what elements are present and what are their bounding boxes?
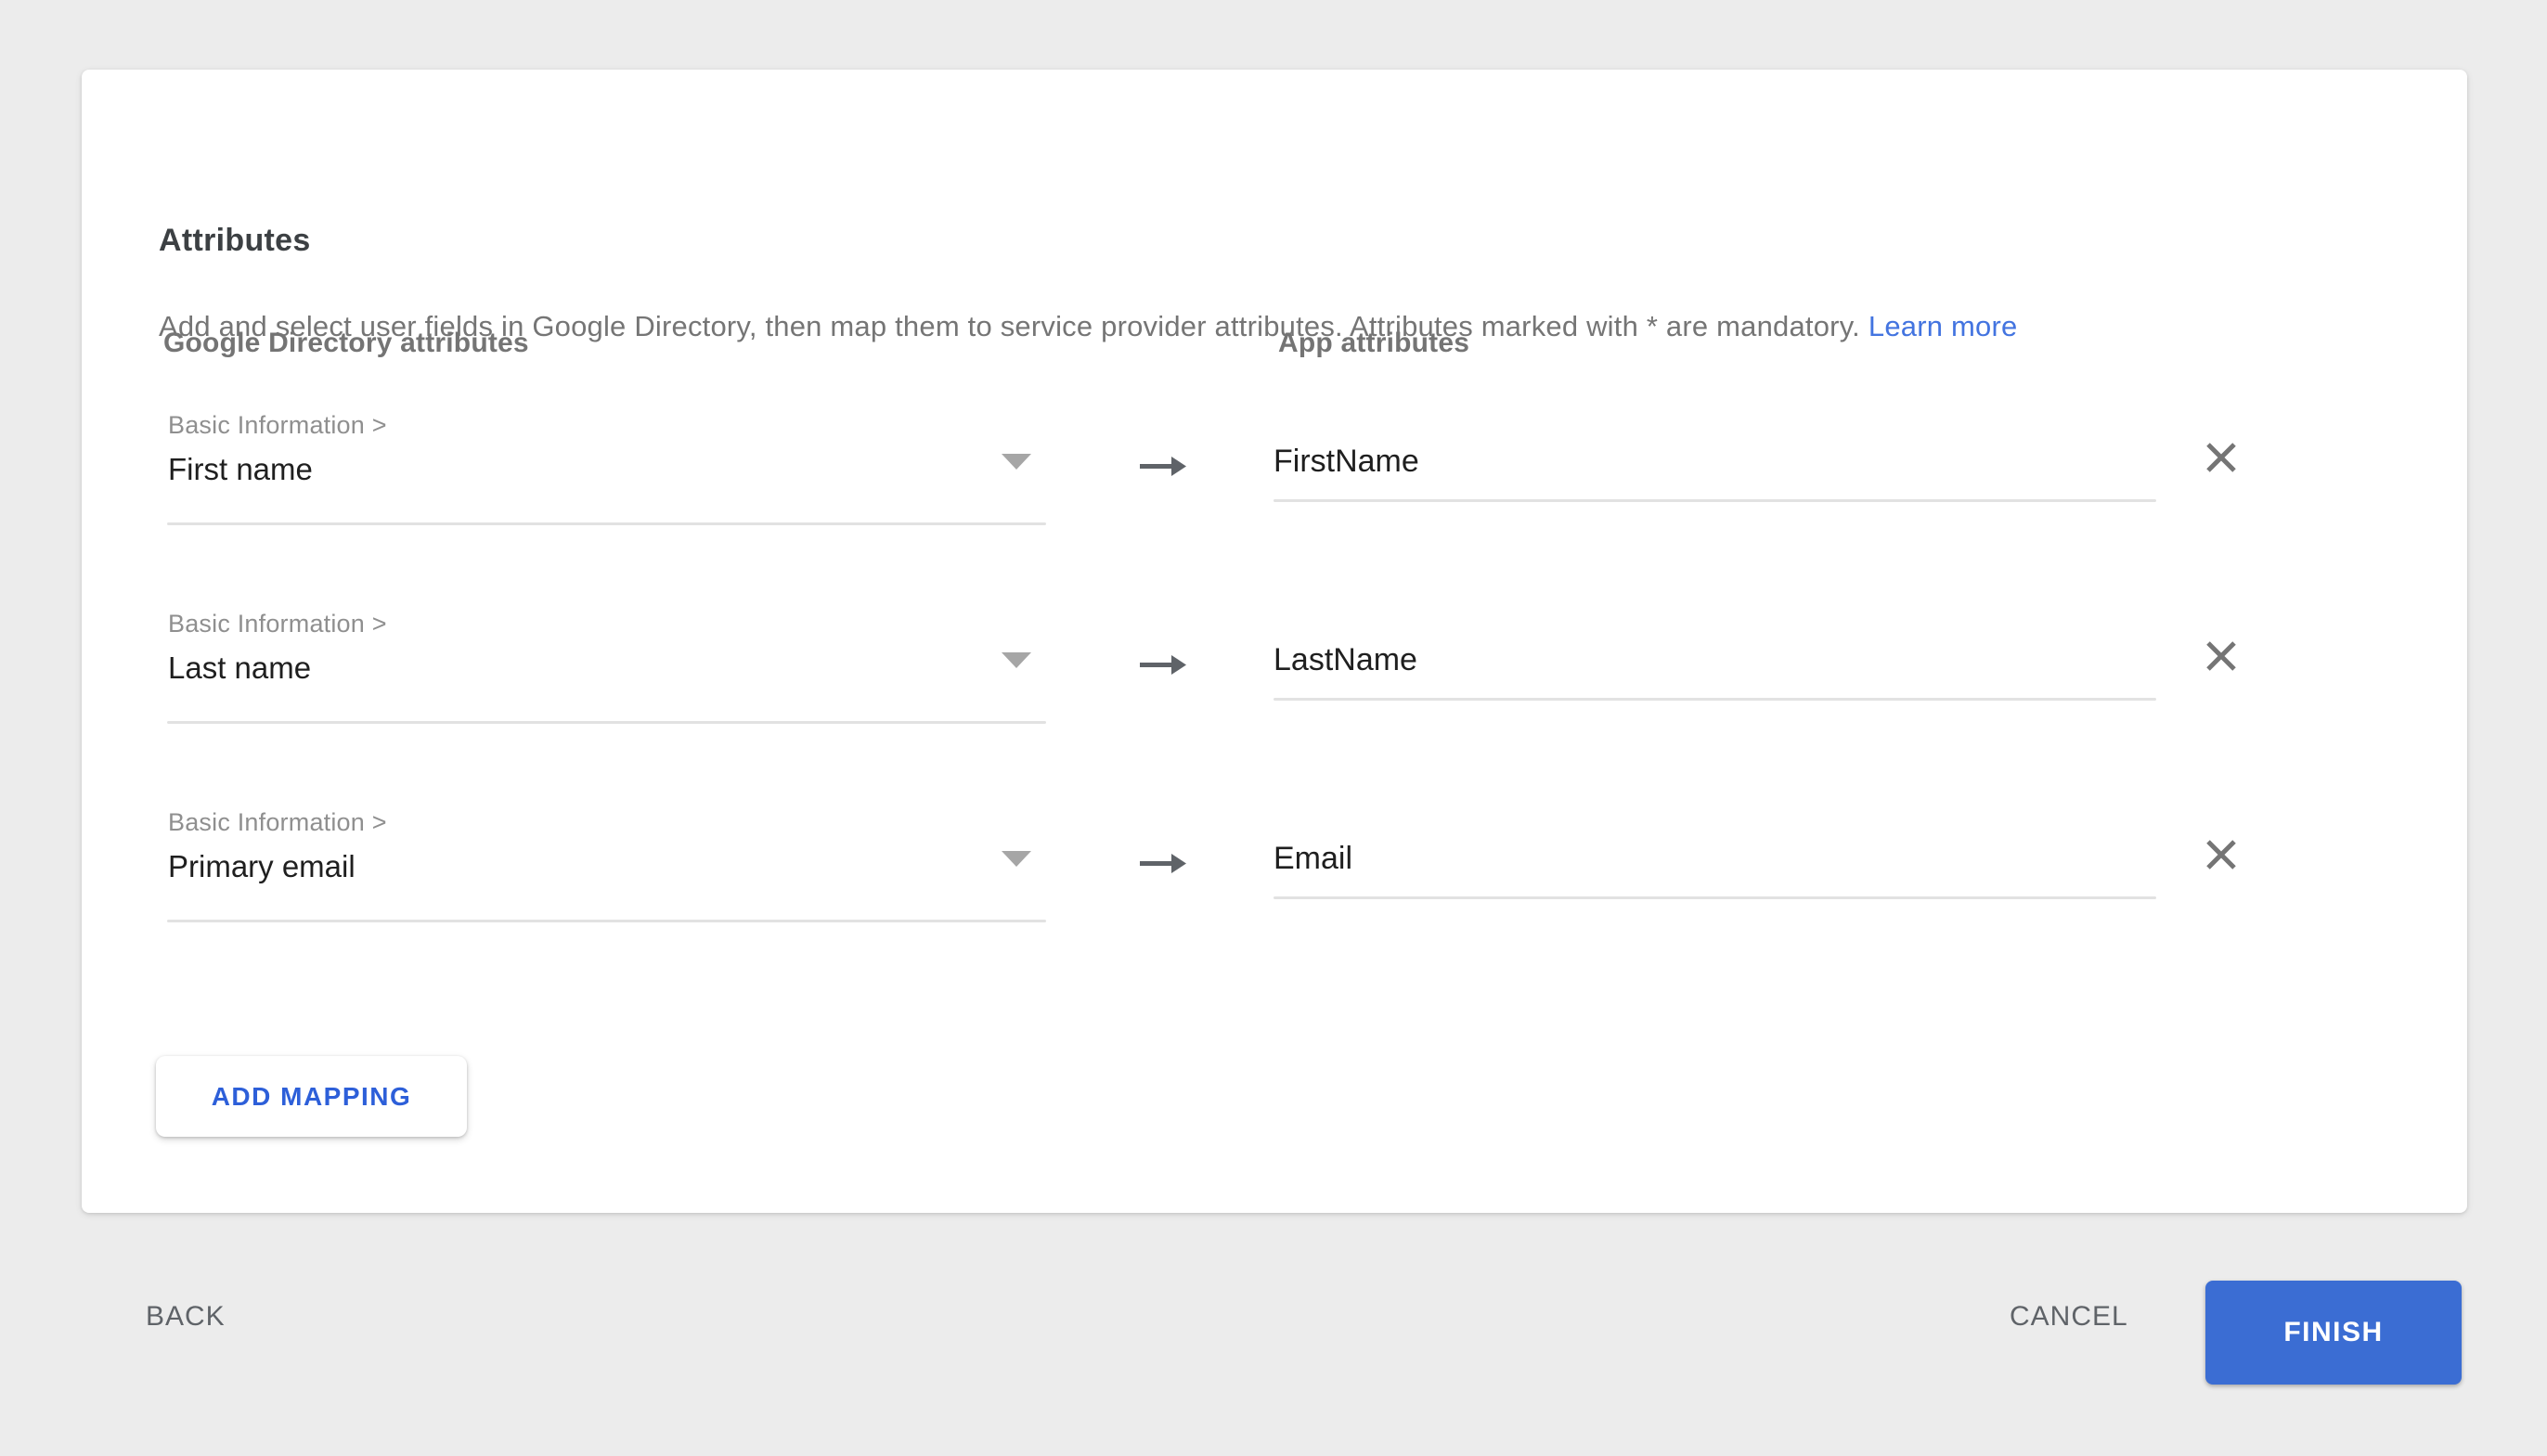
add-mapping-button[interactable]: ADD MAPPING <box>156 1056 467 1137</box>
learn-more-link[interactable]: Learn more <box>1868 310 2018 342</box>
google-attribute-category: Basic Information > <box>168 808 387 837</box>
mapping-row: Basic Information > Primary email <box>82 808 2467 1007</box>
close-icon <box>2200 833 2243 879</box>
cancel-button[interactable]: CANCEL <box>2000 1295 2138 1338</box>
column-header-google-directory: Google Directory attributes <box>163 328 529 359</box>
app-attribute-field <box>1274 836 2156 899</box>
input-underline <box>1274 698 2156 701</box>
attributes-card: Attributes Add and select user fields in… <box>82 70 2467 1213</box>
back-button[interactable]: BACK <box>136 1295 235 1338</box>
app-attribute-input[interactable] <box>1274 439 2156 483</box>
close-icon <box>2200 436 2243 482</box>
remove-mapping-button[interactable] <box>2196 433 2246 483</box>
column-header-app-attributes: App attributes <box>1278 328 1469 359</box>
arrow-right-icon <box>1138 651 1186 683</box>
select-underline <box>167 522 1046 525</box>
google-attribute-value: Primary email <box>168 849 356 884</box>
mappings-list: Basic Information > First name <box>82 411 2467 1007</box>
select-underline <box>167 721 1046 724</box>
remove-mapping-button[interactable] <box>2196 831 2246 881</box>
input-underline <box>1274 499 2156 502</box>
page-title: Attributes <box>159 223 311 259</box>
google-attribute-select[interactable]: Basic Information > First name <box>167 411 1046 532</box>
arrow-right-icon <box>1138 849 1186 882</box>
app-attribute-field <box>1274 439 2156 502</box>
close-icon <box>2200 635 2243 680</box>
google-attribute-category: Basic Information > <box>168 610 387 638</box>
google-attribute-select[interactable]: Basic Information > Primary email <box>167 808 1046 929</box>
dropdown-arrow-icon[interactable] <box>1002 851 1031 867</box>
app-attribute-input[interactable] <box>1274 836 2156 881</box>
finish-button[interactable]: FINISH <box>2205 1281 2462 1385</box>
input-underline <box>1274 896 2156 899</box>
select-underline <box>167 920 1046 922</box>
dropdown-arrow-icon[interactable] <box>1002 652 1031 668</box>
google-attribute-value: First name <box>168 452 313 487</box>
arrow-right-icon <box>1138 452 1186 484</box>
google-attribute-select[interactable]: Basic Information > Last name <box>167 610 1046 730</box>
dropdown-arrow-icon[interactable] <box>1002 454 1031 470</box>
google-attribute-category: Basic Information > <box>168 411 387 440</box>
app-attribute-input[interactable] <box>1274 638 2156 682</box>
mapping-row: Basic Information > First name <box>82 411 2467 610</box>
mapping-row: Basic Information > Last name <box>82 610 2467 808</box>
remove-mapping-button[interactable] <box>2196 632 2246 682</box>
app-attribute-field <box>1274 638 2156 701</box>
google-attribute-value: Last name <box>168 651 311 686</box>
